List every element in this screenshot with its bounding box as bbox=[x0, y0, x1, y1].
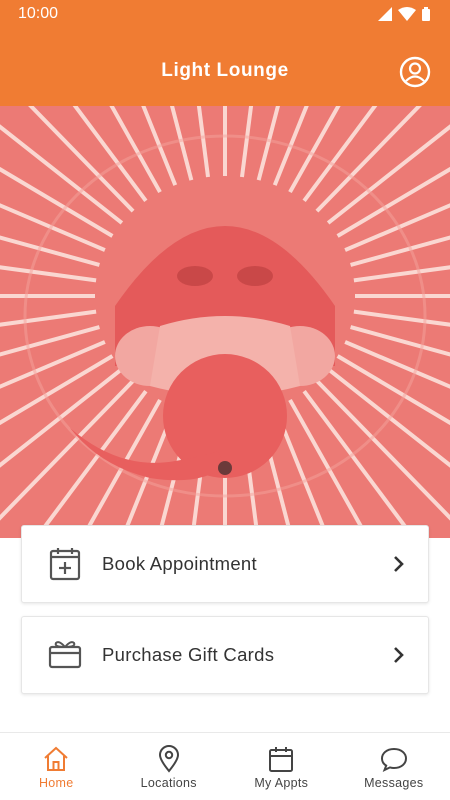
gift-card-icon bbox=[48, 641, 82, 669]
calendar-icon bbox=[269, 747, 294, 772]
nav-item-home[interactable]: Home bbox=[0, 733, 113, 800]
nav-item-locations[interactable]: Locations bbox=[113, 733, 226, 800]
nav-item-messages[interactable]: Messages bbox=[338, 733, 450, 800]
status-time: 10:00 bbox=[18, 5, 59, 22]
chevron-right-icon bbox=[394, 647, 404, 663]
nav-label-home: Home bbox=[38, 776, 74, 790]
nav-label-locations: Locations bbox=[140, 776, 197, 790]
purchase-gift-cards-card[interactable]: Purchase Gift Cards bbox=[21, 616, 429, 694]
battery-icon bbox=[422, 7, 430, 21]
book-appointment-label: Book Appointment bbox=[102, 553, 257, 574]
nav-label-my-appts: My Appts bbox=[254, 776, 309, 790]
location-pin-icon bbox=[158, 745, 179, 773]
purchase-gift-cards-label: Purchase Gift Cards bbox=[102, 644, 275, 665]
app-bar: Light Lounge bbox=[0, 28, 450, 106]
status-icons bbox=[378, 7, 430, 21]
app-title: Light Lounge bbox=[161, 60, 289, 81]
nav-label-messages: Messages bbox=[364, 776, 424, 790]
nav-item-my-appts[interactable]: My Appts bbox=[225, 733, 338, 800]
signal-icon bbox=[378, 7, 392, 21]
calendar-add-icon bbox=[49, 548, 81, 581]
home-icon bbox=[44, 746, 68, 771]
hero-image bbox=[0, 106, 450, 538]
hero-banner[interactable] bbox=[0, 106, 450, 538]
book-appointment-card[interactable]: Book Appointment bbox=[21, 525, 429, 603]
status-bar: 10:00 bbox=[0, 0, 450, 28]
wifi-icon bbox=[398, 7, 416, 21]
chat-bubble-icon bbox=[380, 747, 407, 772]
chevron-right-icon bbox=[394, 556, 404, 572]
bottom-navigation: Home Locations My Appts Messages bbox=[0, 732, 450, 800]
account-circle-icon[interactable] bbox=[399, 56, 431, 88]
